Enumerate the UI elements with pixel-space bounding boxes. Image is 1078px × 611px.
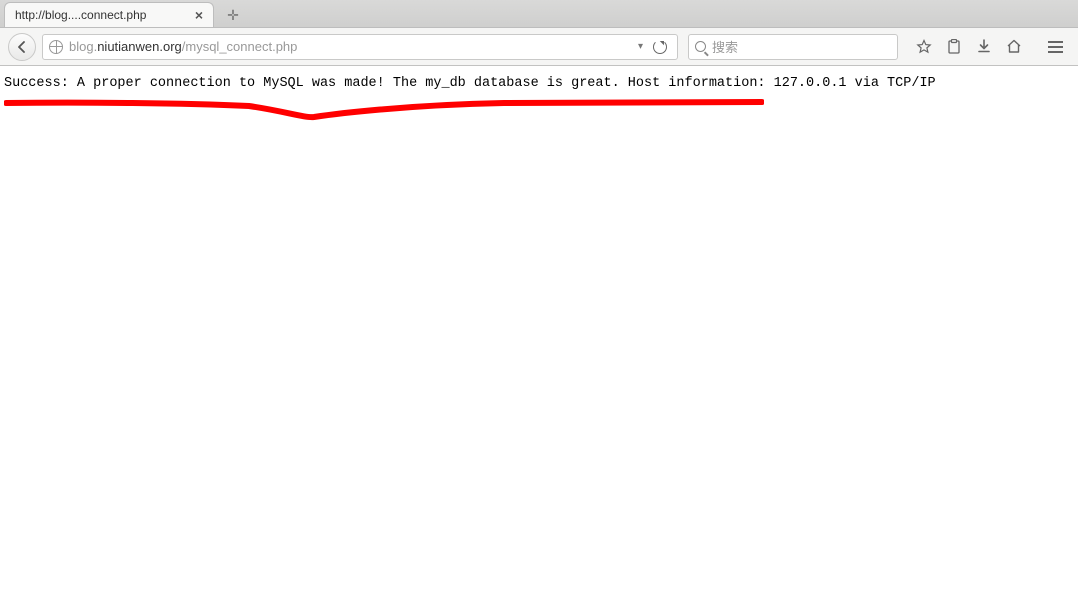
url-bar[interactable]: blog.niutianwen.org/mysql_connect.php ▾: [42, 34, 678, 60]
hamburger-icon: [1048, 41, 1063, 43]
close-icon[interactable]: ×: [193, 7, 205, 23]
home-icon: [1006, 39, 1022, 54]
tab-strip: http://blog....connect.php × ✛: [0, 0, 1078, 28]
annotation-underline: [4, 93, 764, 123]
url-actions: ▾: [638, 40, 671, 54]
refresh-icon[interactable]: [653, 40, 667, 54]
dropdown-icon[interactable]: ▾: [638, 41, 643, 52]
search-icon: [695, 41, 706, 52]
reading-list-button[interactable]: [940, 34, 968, 60]
star-icon: [916, 39, 932, 55]
url-path: /mysql_connect.php: [182, 39, 298, 54]
arrow-left-icon: [16, 41, 28, 53]
toolbar: blog.niutianwen.org/mysql_connect.php ▾ …: [0, 28, 1078, 66]
clipboard-icon: [947, 39, 961, 54]
globe-icon: [49, 40, 63, 54]
new-tab-button[interactable]: ✛: [220, 5, 246, 25]
success-message: Success: A proper connection to MySQL wa…: [4, 76, 1074, 91]
browser-tab[interactable]: http://blog....connect.php ×: [4, 2, 214, 27]
home-button[interactable]: [1000, 34, 1028, 60]
url-domain: niutianwen.org: [97, 39, 182, 54]
page-content: Success: A proper connection to MySQL wa…: [0, 66, 1078, 136]
search-placeholder: 搜索: [712, 37, 738, 56]
toolbar-icons: [910, 34, 1028, 60]
search-bar[interactable]: 搜索: [688, 34, 898, 60]
bookmark-star-button[interactable]: [910, 34, 938, 60]
downloads-button[interactable]: [970, 34, 998, 60]
download-icon: [977, 39, 991, 54]
url-prefix: blog.: [69, 39, 97, 54]
hamburger-menu-button[interactable]: [1040, 34, 1070, 60]
url-text: blog.niutianwen.org/mysql_connect.php: [69, 39, 632, 54]
tab-title: http://blog....connect.php: [15, 8, 185, 22]
back-button[interactable]: [8, 33, 36, 61]
